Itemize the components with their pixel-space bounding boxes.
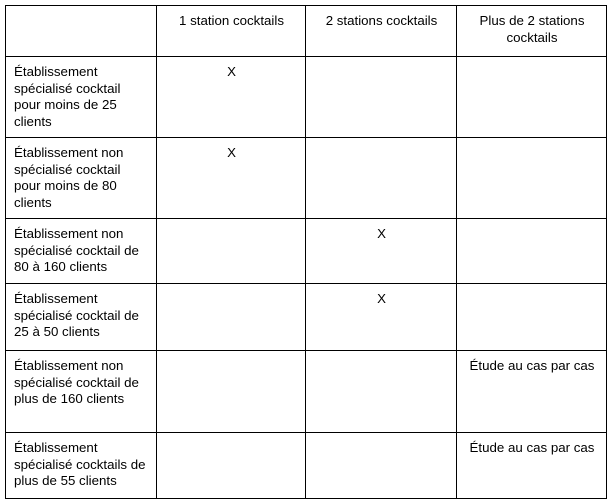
table-cell: X: [156, 137, 306, 219]
table-cell: [456, 137, 607, 219]
table-row: Établissement spécialisé cocktails de pl…: [5, 432, 607, 499]
table-cell: X: [156, 56, 306, 138]
table-cell: Étude au cas par cas: [456, 432, 607, 499]
table-row: Établissement non spécialisé cocktail de…: [5, 218, 607, 284]
table-cell: [456, 283, 607, 351]
header-two-stations: 2 stations cocktails: [305, 5, 457, 57]
row-label: Établissement non spécialisé cocktail de…: [5, 218, 157, 284]
header-corner-cell: [5, 5, 157, 57]
table-cell: [156, 283, 306, 351]
table-cell: [456, 56, 607, 138]
table-cell: X: [305, 218, 457, 284]
header-one-station: 1 station cocktails: [156, 5, 306, 57]
table-cell: [305, 137, 457, 219]
header-more-than-two-stations: Plus de 2 stations cocktails: [456, 5, 607, 57]
table-cell: X: [305, 283, 457, 351]
cocktail-stations-table: 1 station cocktails 2 stations cocktails…: [5, 5, 607, 499]
table-cell: [456, 218, 607, 284]
row-label: Établissement spécialisé cocktail pour m…: [5, 56, 157, 138]
table-cell: [156, 218, 306, 284]
table-cell: [305, 350, 457, 433]
row-label: Établissement spécialisé cocktail de 25 …: [5, 283, 157, 351]
table-cell: [305, 432, 457, 499]
row-label: Établissement non spécialisé cocktail de…: [5, 350, 157, 433]
row-label: Établissement non spécialisé cocktail po…: [5, 137, 157, 219]
table-cell: [156, 350, 306, 433]
table-cell: [156, 432, 306, 499]
table-row: Établissement non spécialisé cocktail po…: [5, 137, 607, 219]
row-label: Établissement spécialisé cocktails de pl…: [5, 432, 157, 499]
table-row: Établissement spécialisé cocktail pour m…: [5, 56, 607, 138]
table-row: Établissement spécialisé cocktail de 25 …: [5, 283, 607, 351]
table-row: Établissement non spécialisé cocktail de…: [5, 350, 607, 433]
table-cell: [305, 56, 457, 138]
header-row: 1 station cocktails 2 stations cocktails…: [5, 5, 607, 57]
table-cell: Étude au cas par cas: [456, 350, 607, 433]
